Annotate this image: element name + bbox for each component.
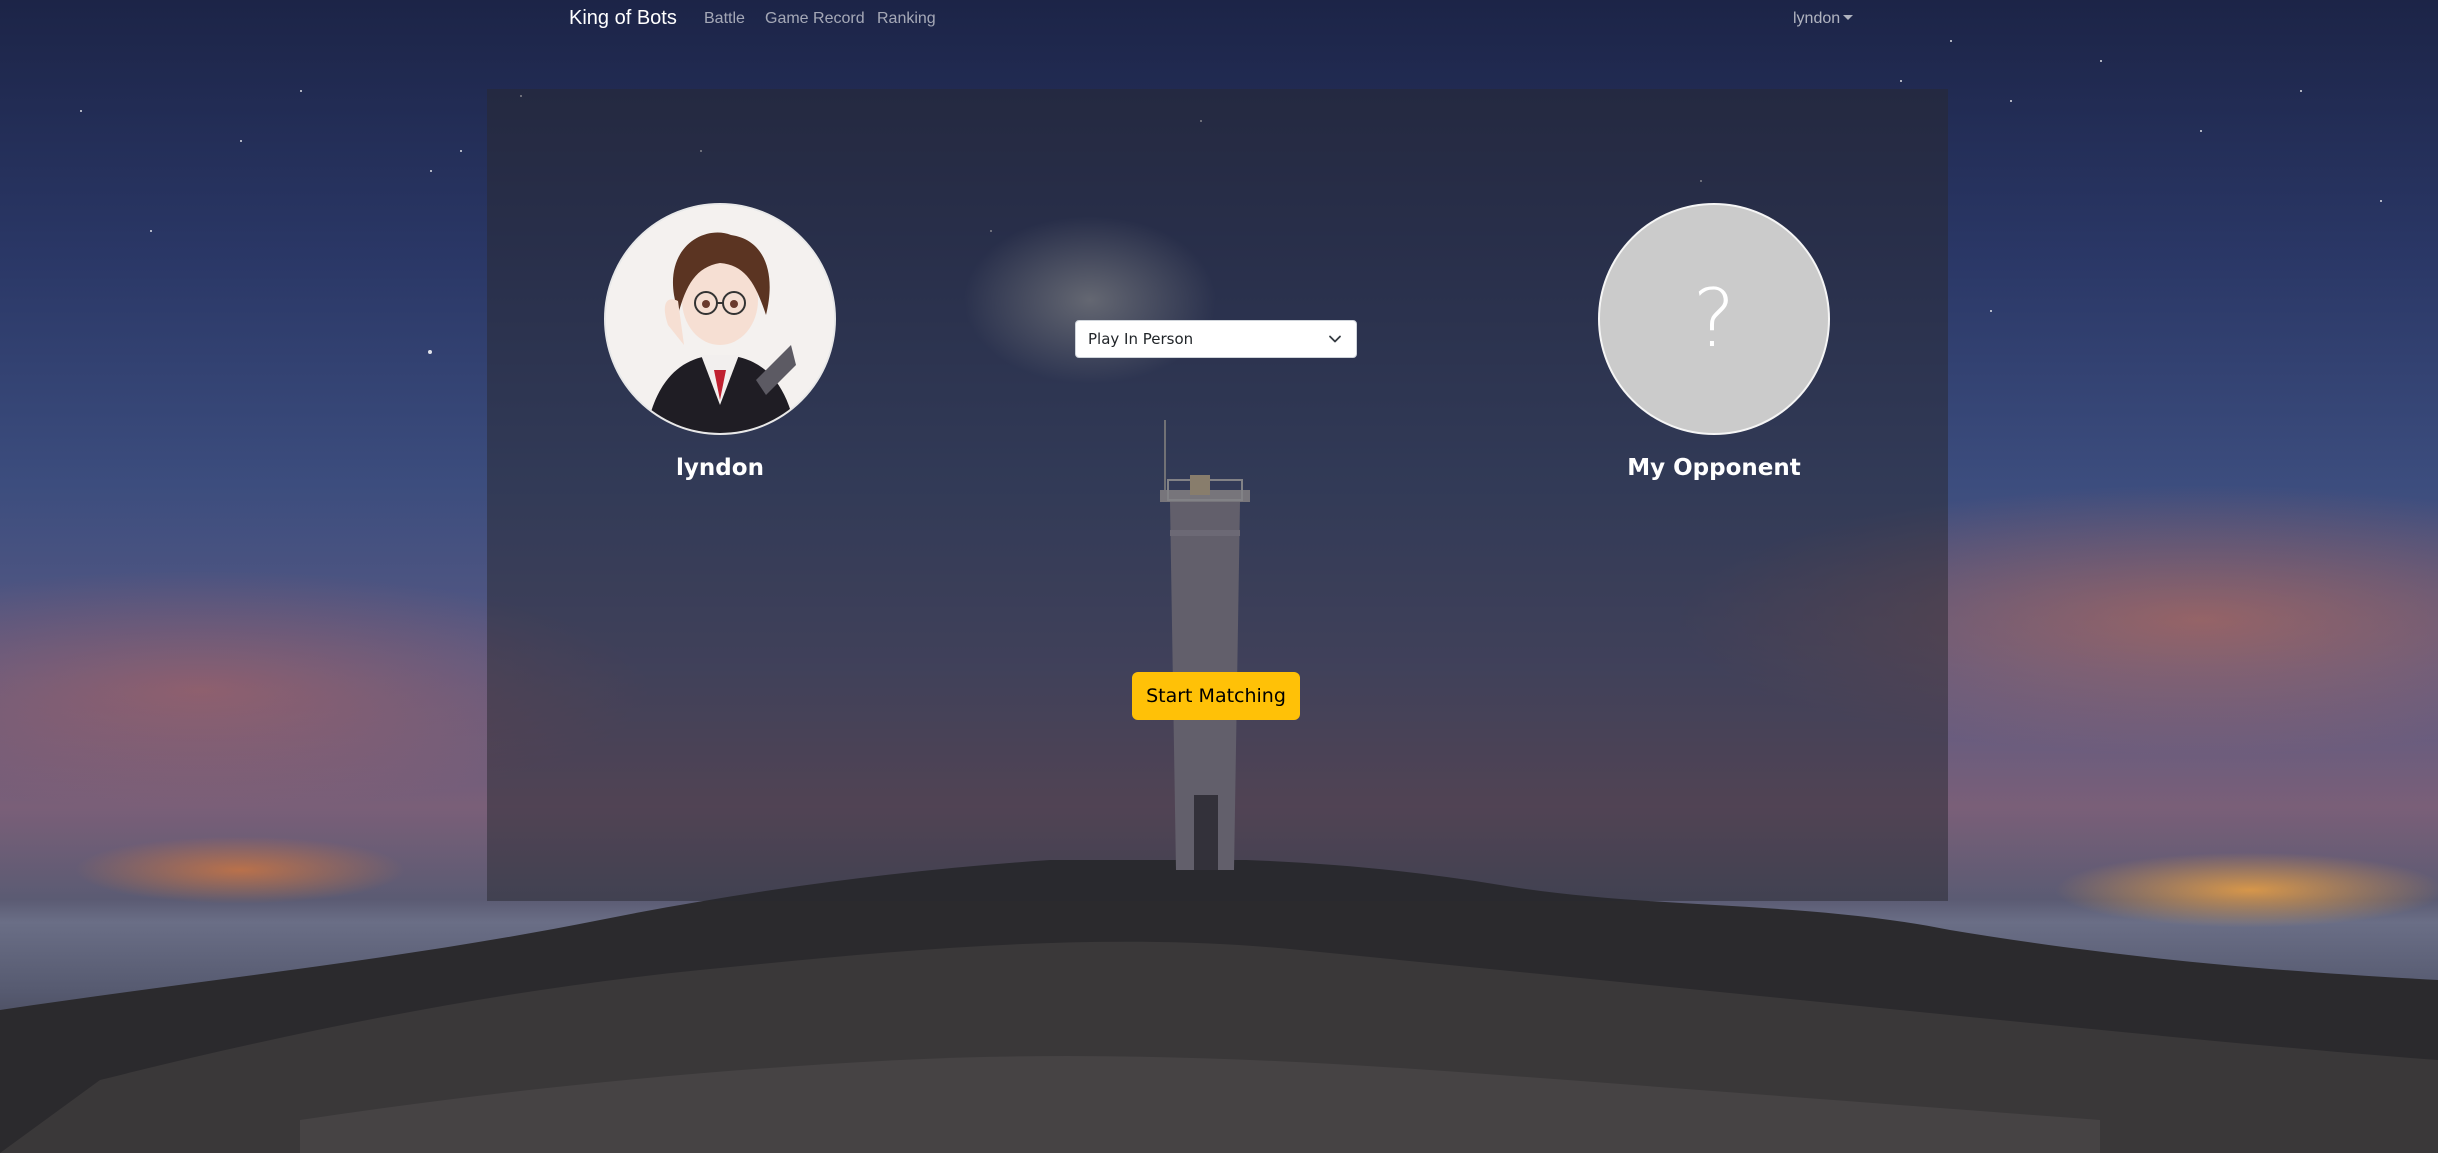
nav-link-battle[interactable]: Battle xyxy=(704,10,745,28)
nav-link-ranking[interactable]: Ranking xyxy=(877,10,936,28)
match-card: lyndon Play In Person ? My Opponent Star… xyxy=(487,89,1948,901)
player-name: lyndon xyxy=(676,455,764,481)
mode-select[interactable]: Play In Person xyxy=(1075,320,1357,358)
rocky-shore xyxy=(0,860,2438,1153)
user-dropdown[interactable]: lyndon xyxy=(1793,10,1854,28)
opponent-avatar: ? xyxy=(1598,203,1830,435)
question-mark-icon: ? xyxy=(1692,272,1736,365)
opponent-panel: ? My Opponent xyxy=(1598,203,1830,481)
player-panel: lyndon xyxy=(604,203,836,481)
player-avatar xyxy=(604,203,836,435)
anime-boy-avatar-icon xyxy=(606,205,834,433)
mode-select-value: Play In Person xyxy=(1088,330,1194,348)
start-matching-button[interactable]: Start Matching xyxy=(1132,672,1300,720)
opponent-name: My Opponent xyxy=(1627,455,1801,481)
chevron-down-icon xyxy=(1329,335,1341,343)
top-navbar: King of Bots Battle Game Record Ranking … xyxy=(0,0,2438,40)
nav-link-game-record[interactable]: Game Record xyxy=(765,10,865,28)
brand-logo-text[interactable]: King of Bots xyxy=(569,7,677,30)
caret-down-icon xyxy=(1843,15,1854,20)
user-dropdown-label: lyndon xyxy=(1793,10,1841,27)
